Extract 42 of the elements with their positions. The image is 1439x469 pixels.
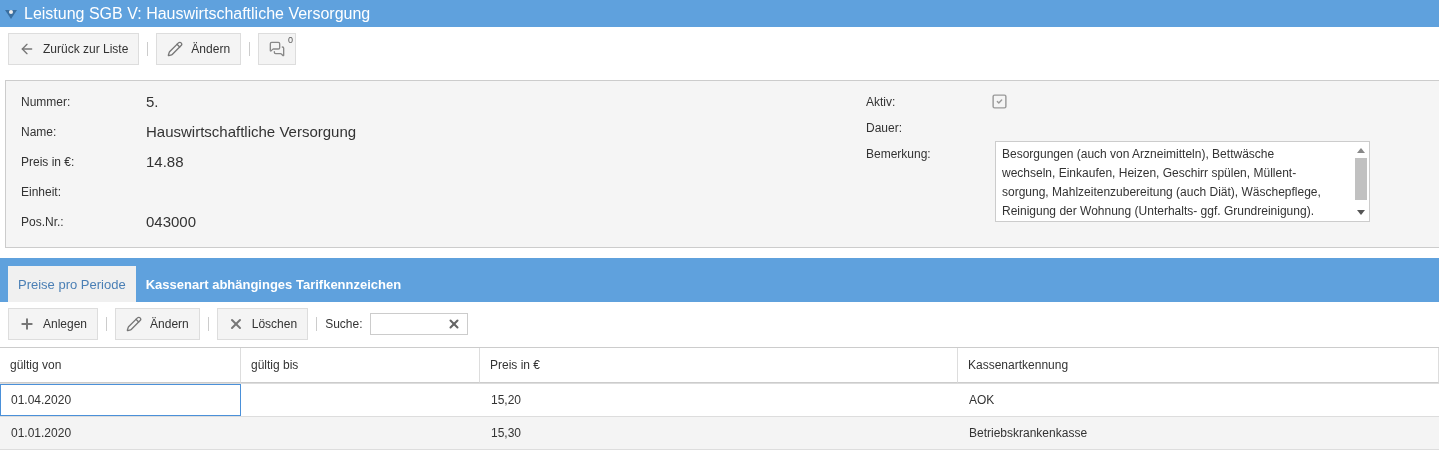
comments-button[interactable]: 0 bbox=[258, 33, 297, 65]
scroll-up-icon[interactable] bbox=[1357, 148, 1365, 153]
pencil-icon bbox=[126, 316, 143, 332]
delete-button[interactable]: Löschen bbox=[216, 308, 309, 340]
table-cell-text: 01.01.2020 bbox=[10, 425, 73, 442]
field-value: 14.88 bbox=[146, 152, 184, 170]
field-value: Hauswirtschaftliche Versorgung bbox=[146, 122, 357, 140]
table-cell-text: AOK bbox=[968, 392, 996, 409]
field-label: Aktiv: bbox=[866, 94, 897, 109]
field-label: Nummer: bbox=[21, 94, 72, 109]
edit-button[interactable]: Ändern bbox=[115, 308, 200, 340]
clear-icon[interactable] bbox=[447, 317, 462, 331]
remark-field[interactable]: Besorgungen (auch von Arzneimitteln), Bettwäsche wechseln, Einkaufen, Heizen, Geschirr spülen, Müllent- sorgung, Mahlzeitenzubereitung (auch Diät), Wäschepflege, Reinigung der Wohnung (Unterhalts- ggf. Grundreinigung). bbox=[995, 141, 1370, 222]
column-header[interactable]: Kassenartkennung bbox=[958, 348, 1439, 383]
field-label: Einheit: bbox=[21, 184, 63, 199]
field-label: Bemerkung: bbox=[866, 146, 932, 161]
chat-bubbles-icon bbox=[269, 41, 286, 57]
field-label: Dauer: bbox=[866, 120, 904, 135]
pencil-icon bbox=[167, 41, 184, 57]
table-cell-text: Betriebskrankenkasse bbox=[968, 425, 1089, 442]
column-header[interactable]: gültig bis bbox=[241, 348, 480, 383]
edit-button[interactable]: Ändern bbox=[156, 33, 242, 65]
search-label: Suche: bbox=[325, 317, 363, 331]
add-button[interactable]: Anlegen bbox=[8, 308, 99, 340]
table-cell: 01.04.2020 bbox=[0, 384, 241, 416]
plus-icon bbox=[19, 316, 35, 332]
back-button[interactable]: Zurück zur Liste bbox=[8, 33, 140, 65]
table-cell-text: 15,20 bbox=[490, 392, 523, 409]
field-value: 043000 bbox=[146, 212, 197, 230]
field-label: Pos.Nr.: bbox=[21, 214, 65, 229]
table-cell-text: 15,30 bbox=[490, 425, 523, 442]
field-value: 5. bbox=[146, 92, 159, 110]
column-header[interactable]: Preis in € bbox=[480, 348, 958, 383]
comment-count: 0 bbox=[288, 35, 294, 45]
scroll-down-icon[interactable] bbox=[1357, 210, 1365, 215]
column-header[interactable]: gültig von bbox=[0, 348, 241, 383]
window-title: Leistung SGB V: Hauswirtschaftliche Versorgung bbox=[24, 4, 371, 23]
field-label: Name: bbox=[21, 124, 58, 139]
tab[interactable]: Preise pro Periode bbox=[8, 266, 136, 302]
search-field[interactable] bbox=[370, 313, 469, 335]
field-label: Preis in €: bbox=[21, 154, 76, 169]
logo-icon bbox=[4, 7, 18, 20]
